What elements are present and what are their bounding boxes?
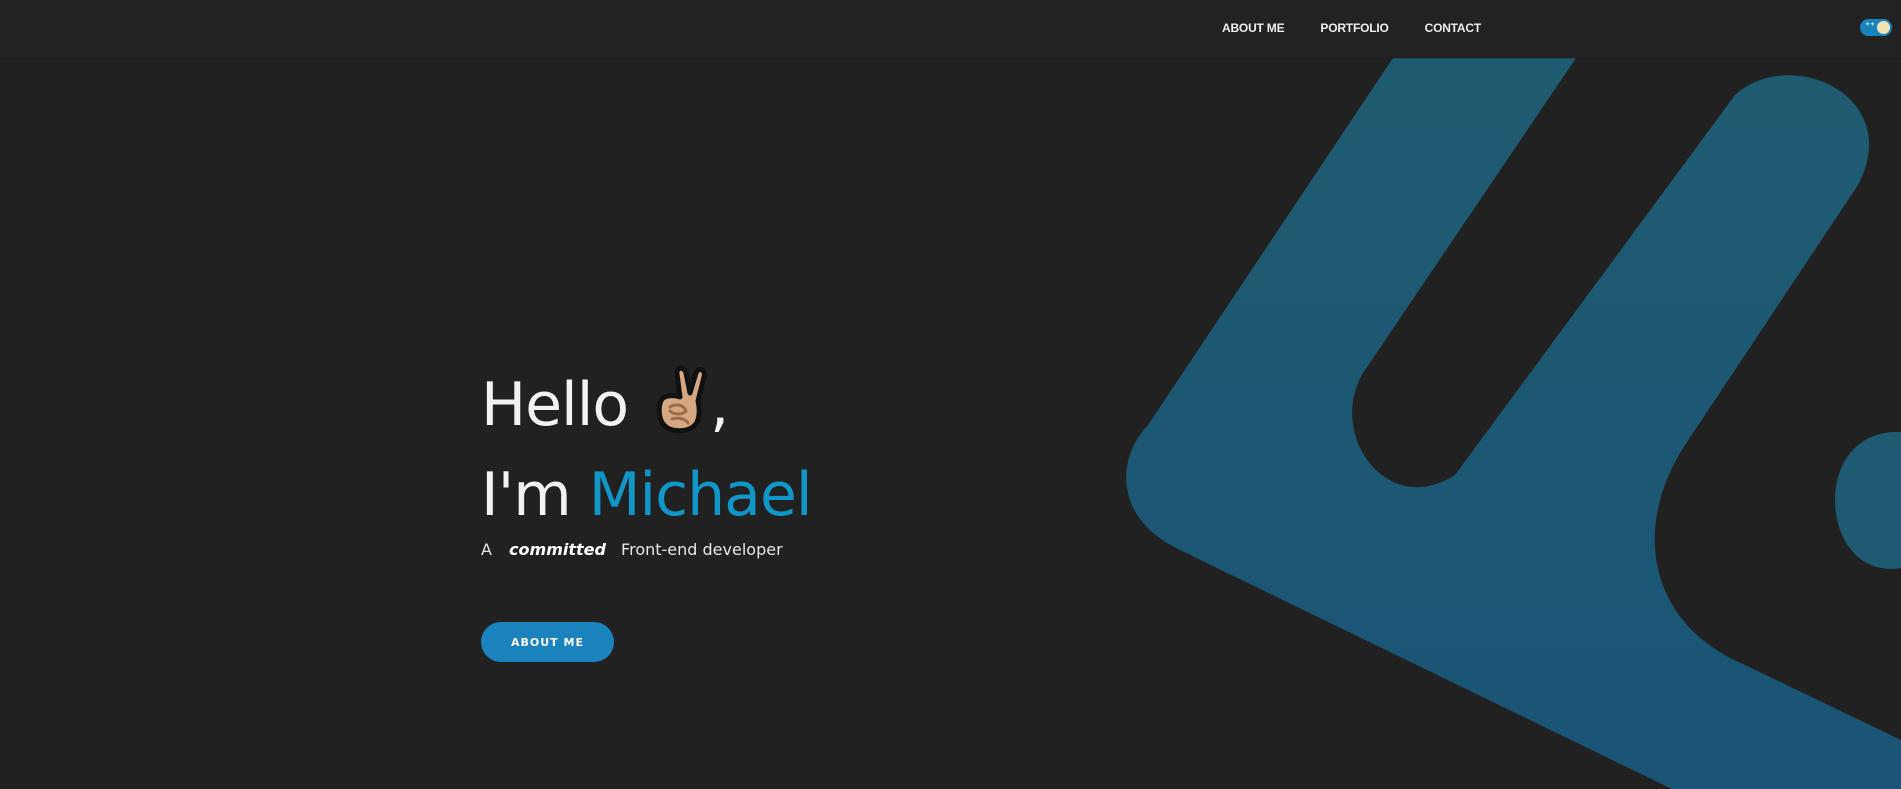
hero-name-line: I'm Michael (481, 455, 813, 535)
stars-icon: ✦✦ (1865, 21, 1876, 28)
intro-prefix: I'm (481, 460, 572, 530)
right-edge-shape (1835, 431, 1901, 569)
nav-links: ABOUT ME PORTFOLIO CONTACT (1222, 0, 1517, 56)
victory-hand-icon (652, 365, 710, 455)
about-me-button[interactable]: ABOUT ME (481, 622, 614, 662)
greeting-text: Hello (481, 370, 629, 440)
nav-portfolio[interactable]: PORTFOLIO (1320, 21, 1388, 35)
moon-knob-icon (1877, 21, 1890, 34)
nav-contact[interactable]: CONTACT (1425, 21, 1482, 35)
tagline-emphasis: committed (509, 540, 606, 559)
page: ABOUT ME PORTFOLIO CONTACT ✦✦ Hello , I'… (0, 0, 1901, 789)
hero-heading: Hello , I'm Michael (481, 365, 813, 535)
tagline-article: A (481, 540, 492, 559)
tagline-role: Front-end developer (621, 540, 783, 559)
top-navbar: ABOUT ME PORTFOLIO CONTACT ✦✦ (0, 0, 1901, 58)
hero-name: Michael (588, 460, 813, 530)
nav-about-me[interactable]: ABOUT ME (1222, 21, 1285, 35)
background-shape (1126, 55, 1901, 789)
hero-greeting-line: Hello , (481, 365, 812, 455)
chevron-shape (1126, 55, 1901, 789)
theme-toggle[interactable]: ✦✦ (1860, 19, 1892, 36)
hero-tagline: A committed Front-end developer (481, 540, 783, 559)
greeting-comma: , (710, 370, 729, 440)
